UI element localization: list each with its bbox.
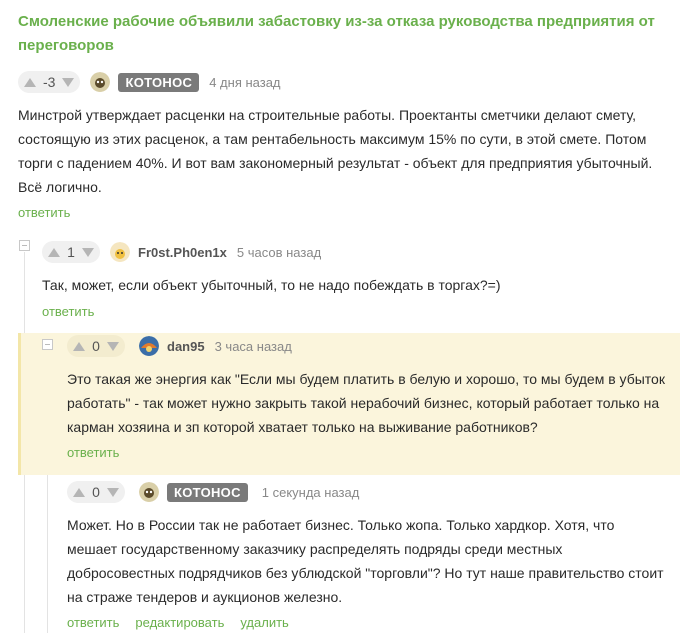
downvote-arrow-icon[interactable] [80, 244, 96, 260]
comment-actions: ответить [18, 205, 70, 220]
vote-widget: 0 [67, 335, 125, 357]
comment-header: 1 Fr0st.Ph0en1x 5 часов назад [42, 241, 321, 263]
delete-link[interactable]: удалить [240, 615, 288, 630]
comment-actions: ответить [67, 445, 119, 460]
author-name[interactable]: КОТОНОС [118, 72, 200, 92]
comment-time[interactable]: 5 часов назад [237, 245, 321, 260]
comment-time[interactable]: 4 дня назад [209, 75, 280, 90]
upvote-arrow-icon[interactable] [71, 338, 87, 354]
downvote-arrow-icon[interactable] [105, 484, 121, 500]
upvote-arrow-icon[interactable] [71, 484, 87, 500]
author-name[interactable]: Fr0st.Ph0en1x [138, 245, 227, 260]
post-title[interactable]: Смоленские рабочие объявили забастовку и… [18, 10, 658, 58]
comment-score: 0 [92, 484, 100, 500]
comment-header: 0 КОТОНОС 1 секунда назад [67, 481, 359, 503]
comment-text: Так, может, если объект убыточный, то не… [42, 277, 501, 293]
collapse-toggle[interactable] [19, 240, 30, 251]
avatar[interactable] [139, 336, 159, 356]
vote-widget: -3 [18, 71, 81, 93]
downvote-arrow-icon[interactable] [105, 338, 121, 354]
comment-actions: ответить [42, 304, 94, 319]
reply-link[interactable]: ответить [67, 445, 119, 460]
author-name[interactable]: dan95 [167, 339, 205, 354]
avatar[interactable] [139, 482, 159, 502]
reply-link[interactable]: ответить [42, 304, 94, 319]
comment-score: -3 [43, 74, 56, 90]
collapse-toggle[interactable] [42, 339, 53, 350]
reply-link[interactable]: ответить [18, 205, 70, 220]
vote-widget: 0 [67, 481, 125, 503]
avatar[interactable] [90, 72, 111, 92]
comment-score: 1 [67, 244, 75, 260]
upvote-arrow-icon[interactable] [22, 74, 38, 90]
comment-text: Минстрой утверждает расценки на строител… [18, 107, 653, 195]
edit-link[interactable]: редактировать [135, 615, 224, 630]
comment-actions: ответить редактировать удалить [67, 615, 289, 630]
comment-time[interactable]: 3 часа назад [215, 339, 292, 354]
comment-header: 0 dan95 3 часа назад [67, 335, 292, 357]
avatar[interactable] [110, 242, 130, 262]
comment-text: Может. Но в России так не работает бизне… [67, 517, 664, 605]
author-name[interactable]: КОТОНОС [167, 482, 248, 502]
comment-score: 0 [92, 338, 100, 354]
comment-text: Это такая же энергия как "Если мы будем … [67, 371, 665, 435]
reply-link[interactable]: ответить [67, 615, 119, 630]
comment-time[interactable]: 1 секунда назад [262, 485, 360, 500]
downvote-arrow-icon[interactable] [60, 74, 76, 90]
comment-header: -3 КОТОНОС 4 дня назад [18, 71, 281, 93]
upvote-arrow-icon[interactable] [46, 244, 62, 260]
vote-widget: 1 [42, 241, 100, 263]
